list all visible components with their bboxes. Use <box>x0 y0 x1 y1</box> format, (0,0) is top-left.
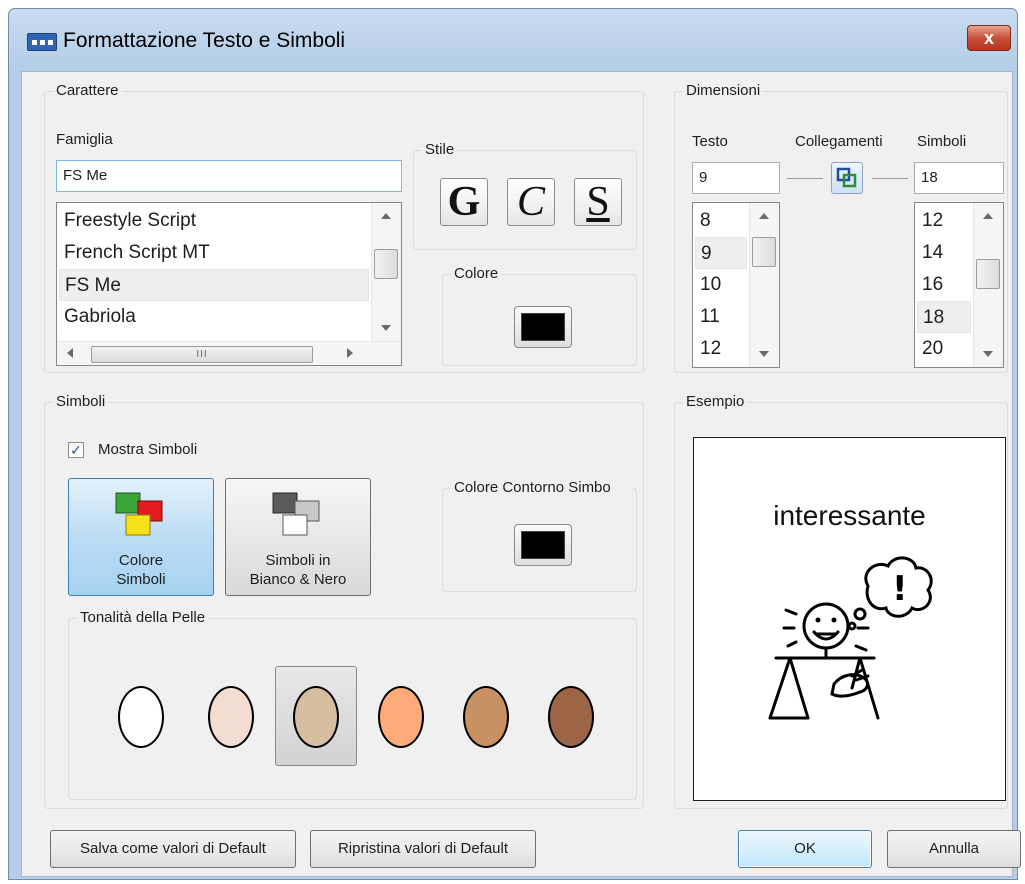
text-size-vscrollbar[interactable] <box>749 203 779 367</box>
skin-tone-label: Tonalità della Pelle <box>77 609 209 626</box>
window-title: Formattazione Testo e Simboli <box>63 29 346 52</box>
italic-button[interactable]: C <box>507 178 555 226</box>
testo-label: Testo <box>692 133 728 150</box>
link-line-right <box>872 178 908 179</box>
dialog-body: Carattere Famiglia FS Me Freestyle Scrip… <box>21 71 1021 877</box>
app-icon <box>27 33 57 51</box>
scroll-thumb[interactable] <box>374 249 398 279</box>
link-line-left <box>787 178 823 179</box>
show-symbols-checkbox[interactable]: ✓ <box>68 442 84 458</box>
check-icon: ✓ <box>70 442 82 458</box>
text-size-input[interactable]: 9 <box>692 162 780 194</box>
list-item[interactable]: Freestyle Script <box>59 205 369 237</box>
simboli-group-label: Simboli <box>53 393 109 410</box>
color-symbols-icon <box>115 492 163 536</box>
simboli-size-label: Simboli <box>917 133 967 150</box>
famiglia-label: Famiglia <box>56 131 113 148</box>
close-icon: x <box>983 28 994 48</box>
scroll-thumb[interactable] <box>976 259 1000 289</box>
color-symbols-label-line1: Colore <box>118 552 164 569</box>
font-family-list[interactable]: Freestyle Script French Script MT FS Me … <box>56 202 402 366</box>
skin-tone-2[interactable] <box>208 686 254 748</box>
restore-defaults-button[interactable]: Ripristina valori di Default <box>310 830 536 868</box>
dimensioni-group-label: Dimensioni <box>683 82 764 99</box>
bw-symbols-button[interactable]: Simboli in Bianco & Nero <box>225 478 371 596</box>
save-defaults-button[interactable]: Salva come valori di Default <box>50 830 296 868</box>
bw-symbols-label-line2: Bianco & Nero <box>249 571 347 588</box>
scroll-up-icon[interactable] <box>381 213 391 219</box>
outline-color-swatch <box>521 531 565 559</box>
esempio-group-label: Esempio <box>683 393 748 410</box>
color-symbols-button[interactable]: Colore Simboli <box>68 478 214 596</box>
list-item[interactable]: 10 <box>695 269 747 301</box>
example-preview: interessante ! <box>693 437 1006 801</box>
color-symbols-label-line2: Simboli <box>116 571 166 588</box>
font-list-vscrollbar[interactable] <box>371 203 401 341</box>
cancel-button[interactable]: Annulla <box>887 830 1021 868</box>
font-family-input[interactable]: FS Me <box>56 160 402 192</box>
show-symbols-label: Mostra Simboli <box>98 441 198 458</box>
scroll-up-icon[interactable] <box>983 213 993 219</box>
carattere-group-label: Carattere <box>53 82 122 99</box>
skin-tone-6[interactable] <box>548 686 594 748</box>
list-item-selected[interactable]: 9 <box>695 237 747 269</box>
list-item[interactable]: 12 <box>917 205 971 237</box>
example-word: interessante <box>773 500 926 531</box>
close-button[interactable]: x <box>967 25 1011 51</box>
outline-color-button[interactable] <box>514 524 572 566</box>
ok-button[interactable]: OK <box>738 830 872 868</box>
link-sizes-button[interactable] <box>831 162 863 194</box>
link-icon <box>836 167 857 188</box>
underline-button[interactable]: S <box>574 178 622 226</box>
dialog-window: Formattazione Testo e Simboli x Caratter… <box>8 8 1021 880</box>
scroll-thumb[interactable] <box>752 237 776 267</box>
symbol-size-input[interactable]: 18 <box>914 162 1004 194</box>
text-color-swatch <box>521 313 565 341</box>
scroll-down-icon[interactable] <box>759 351 769 357</box>
skin-tone-4[interactable] <box>378 686 424 748</box>
contorno-label: Colore Contorno Simbo <box>451 479 631 496</box>
collegamenti-label: Collegamenti <box>795 133 883 150</box>
symbol-size-list[interactable]: 12 14 16 18 20 <box>914 202 1004 368</box>
list-item[interactable]: 11 <box>695 301 747 333</box>
list-item[interactable]: 14 <box>917 237 971 269</box>
list-item[interactable]: 8 <box>695 205 747 237</box>
stile-label: Stile <box>422 141 458 158</box>
list-item-selected[interactable]: 18 <box>917 301 971 333</box>
bold-button[interactable]: G <box>440 178 488 226</box>
list-item[interactable]: Gabriola <box>59 301 369 333</box>
interested-person-symbol-icon: ! <box>768 556 933 720</box>
skin-tone-5[interactable] <box>463 686 509 748</box>
font-list-hscrollbar[interactable]: III <box>57 341 401 365</box>
list-item[interactable]: 20 <box>917 333 971 365</box>
scroll-thumb-horizontal[interactable]: III <box>91 346 313 363</box>
list-item[interactable]: 16 <box>917 269 971 301</box>
skin-tone-1[interactable] <box>118 686 164 748</box>
title-bar: Formattazione Testo e Simboli x <box>9 9 1017 69</box>
list-item[interactable]: French Script MT <box>59 237 369 269</box>
scroll-up-icon[interactable] <box>759 213 769 219</box>
scroll-down-icon[interactable] <box>983 351 993 357</box>
symbol-size-vscrollbar[interactable] <box>973 203 1003 367</box>
list-item[interactable]: 12 <box>695 333 747 365</box>
skin-tone-3[interactable] <box>293 686 339 748</box>
bw-symbols-label-line1: Simboli in <box>265 552 331 569</box>
scroll-left-icon[interactable] <box>67 348 73 358</box>
text-color-button[interactable] <box>514 306 572 348</box>
text-size-list[interactable]: 8 9 10 11 12 <box>692 202 780 368</box>
list-item-selected[interactable]: FS Me <box>59 269 369 301</box>
bw-symbols-icon <box>272 492 320 536</box>
scroll-right-icon[interactable] <box>347 348 353 358</box>
svg-text:!: ! <box>892 569 908 609</box>
scroll-down-icon[interactable] <box>381 325 391 331</box>
colore-label: Colore <box>451 265 502 282</box>
